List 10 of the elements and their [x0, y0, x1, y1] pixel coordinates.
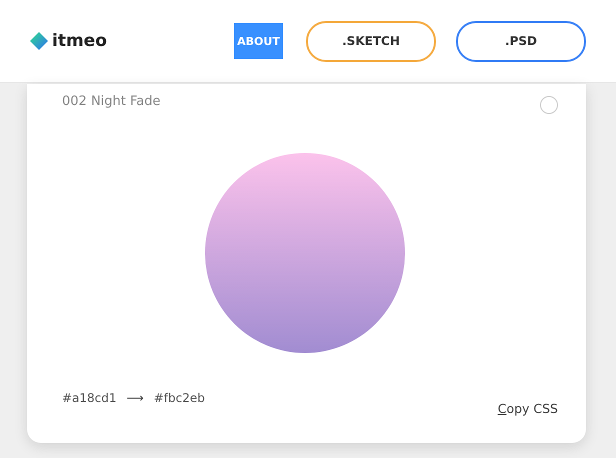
color-code: #a18cd1 [62, 391, 117, 405]
nav-button[interactable]: .PSD [456, 20, 586, 62]
arrow-icon: ⟶ [126, 391, 144, 405]
color-code: #fbc2eb [154, 391, 205, 405]
logo-icon [29, 31, 49, 51]
gradient-title: 002 Night Fade [62, 94, 161, 109]
nav-button[interactable]: .SKETCH [306, 20, 436, 62]
brand-name[interactable]: itmeo [52, 31, 107, 51]
circle-icon[interactable] [540, 96, 558, 114]
copy-css-button[interactable]: Copy CSS [498, 401, 558, 416]
